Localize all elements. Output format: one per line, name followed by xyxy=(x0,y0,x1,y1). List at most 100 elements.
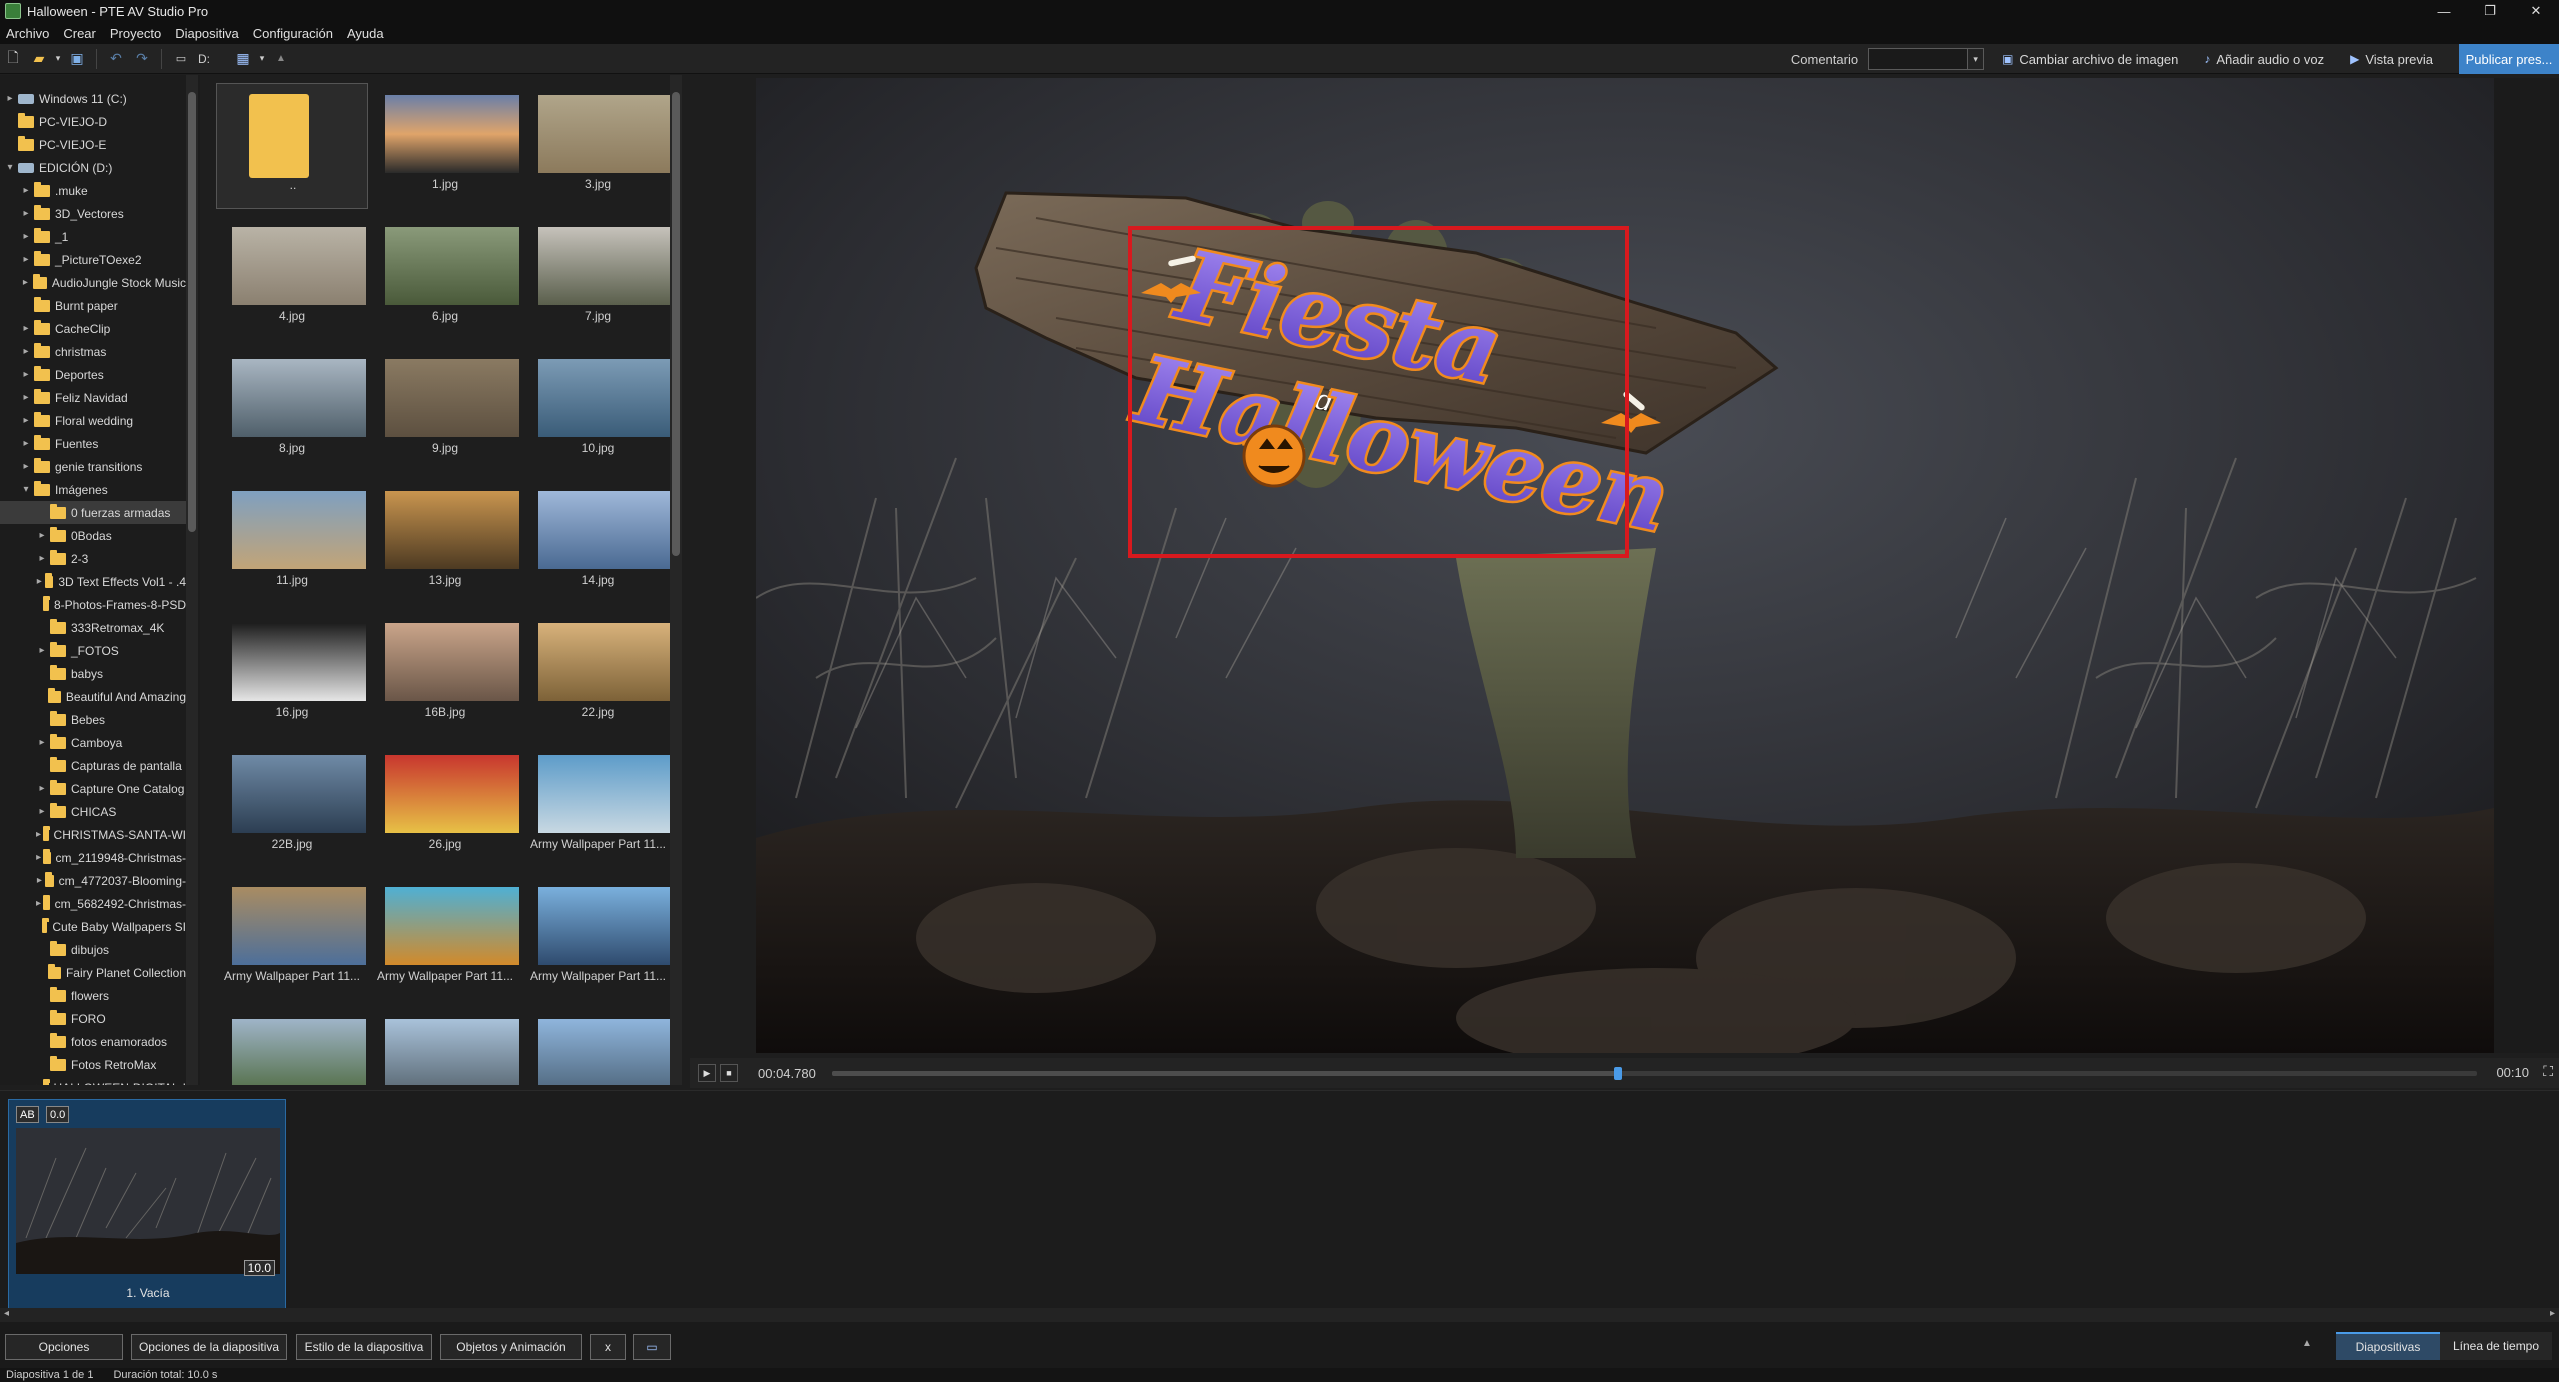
slide-list-scrollbar[interactable]: ◂ ▸ xyxy=(0,1308,2559,1322)
expand-icon[interactable]: ▸ xyxy=(20,277,31,288)
tree-item[interactable]: ▸ 0Bodas xyxy=(0,524,186,547)
image-thumbnail[interactable]: 13.jpg xyxy=(369,479,521,605)
tree-item[interactable]: ▸ CHICAS xyxy=(0,800,186,823)
tree-item[interactable]: ▸ CHRISTMAS-SANTA-WI xyxy=(0,823,186,846)
expand-icon[interactable]: ▸ xyxy=(20,346,32,357)
minimize-icon[interactable]: — xyxy=(2421,0,2467,22)
expand-icon[interactable]: ▸ xyxy=(20,369,32,380)
expand-icon[interactable]: ▸ xyxy=(20,392,32,403)
tree-item[interactable]: ▸ 3D Text Effects Vol1 - .4 xyxy=(0,570,186,593)
tree-item[interactable]: Fairy Planet Collection xyxy=(0,961,186,984)
expand-icon[interactable]: ▸ xyxy=(36,875,43,886)
tree-item[interactable]: ▸ cm_2119948-Christmas- xyxy=(0,846,186,869)
tree-item[interactable]: ▸ Fuentes xyxy=(0,432,186,455)
tree-item[interactable]: ▸ _FOTOS xyxy=(0,639,186,662)
expand-icon[interactable]: ▸ xyxy=(20,323,32,334)
menu-diapositiva[interactable]: Diapositiva xyxy=(175,26,239,41)
tree-item[interactable]: Fotos RetroMax xyxy=(0,1053,186,1076)
expand-icon[interactable]: ▸ xyxy=(36,806,48,817)
tree-item[interactable]: 0 fuerzas armadas xyxy=(0,501,186,524)
image-thumbnail[interactable]: 10.jpg xyxy=(522,347,674,473)
undo-icon[interactable]: ↶ xyxy=(103,46,129,72)
image-thumbnail[interactable]: 7.jpg xyxy=(522,215,674,341)
image-thumbnail[interactable]: 16.jpg xyxy=(216,611,368,737)
drive-label[interactable]: D: xyxy=(198,52,210,66)
objects-animation-button[interactable]: Objetos y Animación xyxy=(440,1334,582,1360)
tree-item[interactable]: Cute Baby Wallpapers SI xyxy=(0,915,186,938)
add-audio-button[interactable]: ♪ Añadir audio o voz xyxy=(2204,52,2324,67)
new-file-icon[interactable]: 🗋 xyxy=(0,46,26,72)
tree-item[interactable]: ▸ 3D_Vectores xyxy=(0,202,186,225)
close-icon[interactable]: ✕ xyxy=(2513,0,2559,22)
tree-item[interactable]: ▸ AudioJungle Stock Music xyxy=(0,271,186,294)
parent-folder-item[interactable]: .. xyxy=(216,83,368,209)
image-thumbnail[interactable]: 11.jpg xyxy=(216,479,368,605)
image-thumbnail[interactable]: 22B.jpg xyxy=(216,743,368,869)
open-dropdown-icon[interactable]: ▾ xyxy=(52,46,64,72)
menu-configuracion[interactable]: Configuración xyxy=(253,26,333,41)
tree-item[interactable]: babys xyxy=(0,662,186,685)
preview-button[interactable]: ▶ Vista previa xyxy=(2350,52,2433,67)
tree-item[interactable]: Beautiful And Amazing xyxy=(0,685,186,708)
open-folder-icon[interactable]: ▰ xyxy=(26,46,52,72)
tab-slides[interactable]: Diapositivas xyxy=(2336,1332,2440,1360)
tree-item[interactable]: ▸ Capture One Catalog xyxy=(0,777,186,800)
slide-preview[interactable]: Fiesta de Halloween xyxy=(756,78,2494,1053)
scroll-right-icon[interactable]: ▸ xyxy=(2550,1308,2555,1319)
menu-proyecto[interactable]: Proyecto xyxy=(110,26,161,41)
save-icon[interactable]: ▣ xyxy=(64,46,90,72)
image-thumbnail[interactable]: Army Wallpaper Part 11... xyxy=(522,875,674,1001)
image-thumbnail[interactable] xyxy=(369,1007,521,1085)
image-thumbnail[interactable]: 4.jpg xyxy=(216,215,368,341)
image-thumbnail[interactable]: 6.jpg xyxy=(369,215,521,341)
expand-icon[interactable]: ▸ xyxy=(36,737,48,748)
image-thumbnail[interactable]: 14.jpg xyxy=(522,479,674,605)
redo-icon[interactable]: ↷ xyxy=(129,46,155,72)
tree-item[interactable]: PC-VIEJO-E xyxy=(0,133,186,156)
image-thumbnail[interactable]: 8.jpg xyxy=(216,347,368,473)
tree-item[interactable]: ▾ Imágenes xyxy=(0,478,186,501)
tree-item[interactable]: flowers xyxy=(0,984,186,1007)
tree-item[interactable]: ▸ 2-3 xyxy=(0,547,186,570)
restore-icon[interactable]: ❐ xyxy=(2467,0,2513,22)
folder-up-icon[interactable]: ▲ xyxy=(268,46,294,72)
screen-icon-button[interactable]: ▭ xyxy=(633,1334,671,1360)
expand-icon[interactable]: ▸ xyxy=(20,231,32,242)
menu-crear[interactable]: Crear xyxy=(63,26,96,41)
tree-item[interactable]: FORO xyxy=(0,1007,186,1030)
options-button[interactable]: Opciones xyxy=(5,1334,123,1360)
expand-icon[interactable]: ▸ xyxy=(36,1082,41,1085)
collapse-icon[interactable]: ▾ xyxy=(20,484,32,495)
expand-icon[interactable]: ▸ xyxy=(20,185,32,196)
tree-item[interactable]: Capturas de pantalla xyxy=(0,754,186,777)
comment-field[interactable] xyxy=(1868,48,1969,70)
tab-timeline[interactable]: Línea de tiempo xyxy=(2440,1332,2552,1360)
image-thumbnail[interactable] xyxy=(522,1007,674,1085)
image-thumbnail[interactable]: Army Wallpaper Part 11... xyxy=(216,875,368,1001)
comment-dropdown-icon[interactable]: ▾ xyxy=(1968,48,1985,70)
tree-item[interactable]: fotos enamorados xyxy=(0,1030,186,1053)
image-thumbnail[interactable]: 3.jpg xyxy=(522,83,674,209)
tree-item[interactable]: Bebes xyxy=(0,708,186,731)
tree-item[interactable]: ▸ Camboya xyxy=(0,731,186,754)
menu-ayuda[interactable]: Ayuda xyxy=(347,26,384,41)
tree-item[interactable]: ▸ Windows 11 (C:) xyxy=(0,87,186,110)
image-thumbnail[interactable]: 16B.jpg xyxy=(369,611,521,737)
expand-icon[interactable]: ▸ xyxy=(36,645,48,656)
slide-options-button[interactable]: Opciones de la diapositiva xyxy=(131,1334,287,1360)
drive-icon[interactable]: ▭ xyxy=(168,46,194,72)
image-thumbnail[interactable]: Army Wallpaper Part 11... xyxy=(522,743,674,869)
x-button[interactable]: x xyxy=(590,1334,626,1360)
view-mode-dropdown-icon[interactable]: ▾ xyxy=(256,46,268,72)
tree-item[interactable]: dibujos xyxy=(0,938,186,961)
expand-up-icon[interactable]: ▲ xyxy=(2302,1338,2312,1349)
expand-icon[interactable]: ▸ xyxy=(36,829,41,840)
view-mode-icon[interactable]: ▦ xyxy=(230,46,256,72)
expand-icon[interactable]: ▸ xyxy=(36,852,41,863)
expand-icon[interactable]: ▸ xyxy=(20,208,32,219)
expand-icon[interactable]: ▸ xyxy=(36,530,48,541)
stop-icon[interactable]: ■ xyxy=(720,1064,738,1082)
scroll-left-icon[interactable]: ◂ xyxy=(4,1308,9,1319)
tree-item[interactable]: ▸ christmas xyxy=(0,340,186,363)
expand-icon[interactable]: ▸ xyxy=(36,898,41,909)
